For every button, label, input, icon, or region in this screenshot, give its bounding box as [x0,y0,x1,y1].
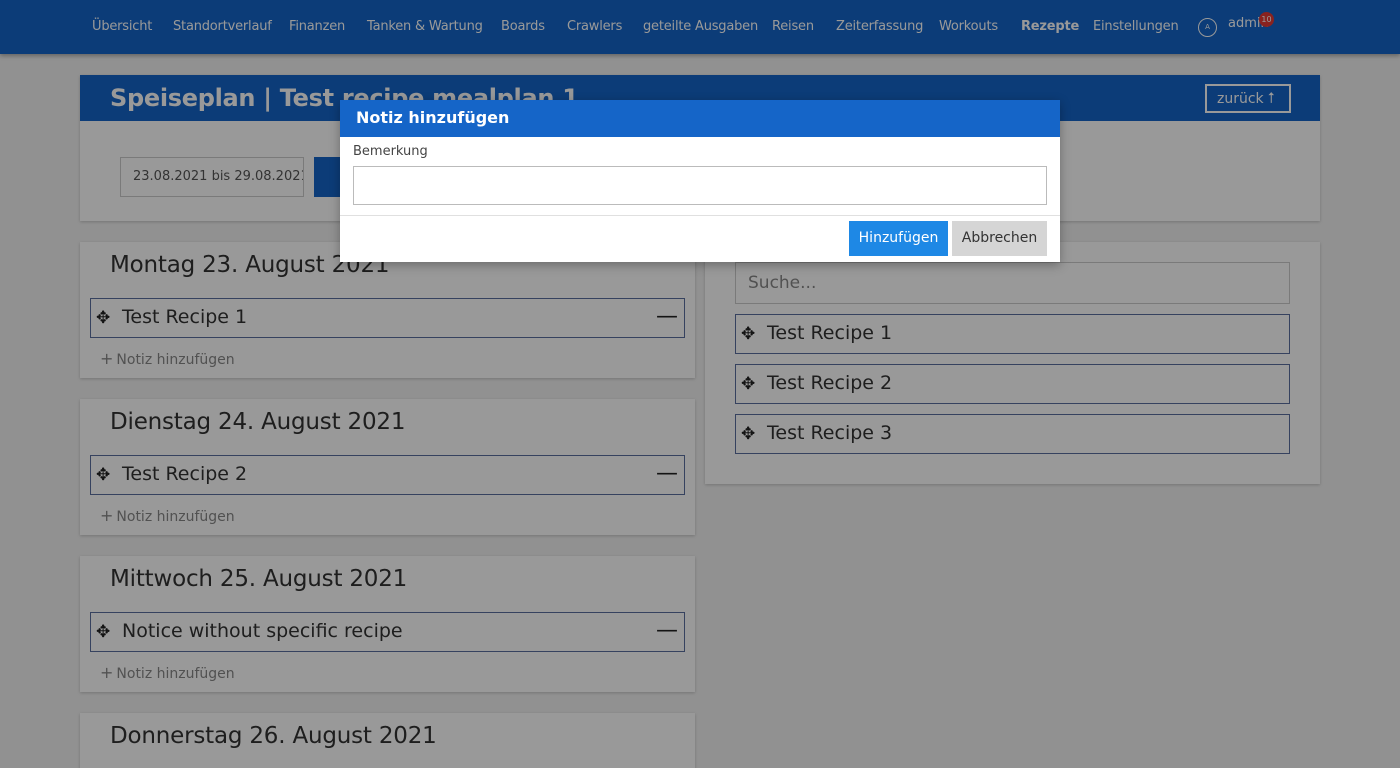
add-note-dialog: Notiz hinzufügen Bemerkung Hinzufügen Ab… [340,100,1060,262]
add-button[interactable]: Hinzufügen [849,221,948,256]
dialog-divider [340,215,1060,216]
note-field-label: Bemerkung [353,144,428,159]
dialog-header: Notiz hinzufügen [340,100,1060,137]
note-input[interactable] [353,166,1047,205]
dialog-title: Notiz hinzufügen [356,108,510,127]
cancel-button[interactable]: Abbrechen [952,221,1047,256]
